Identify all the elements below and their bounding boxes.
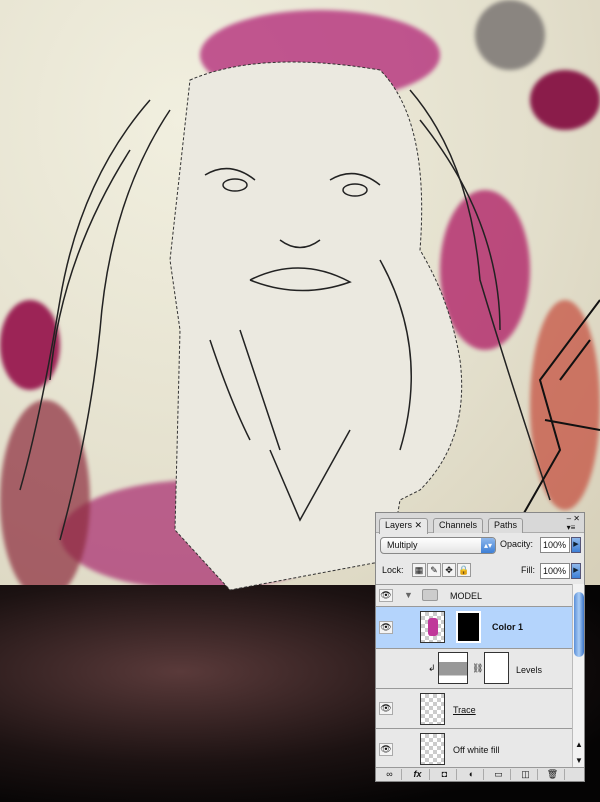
levels-thumbnail: [438, 652, 468, 684]
layer-name: Color 1: [492, 622, 524, 632]
adjustment-layer-icon[interactable]: ◐: [460, 769, 484, 780]
link-layers-icon[interactable]: ∞: [378, 769, 402, 780]
clipping-arrow-icon: ↲: [428, 663, 436, 673]
lock-label: Lock:: [382, 565, 404, 575]
panel-tabs: Layers ✕ Channels Paths – ✕ ▾≡: [376, 513, 584, 534]
layers-panel: Layers ✕ Channels Paths – ✕ ▾≡ Multiply ▴▾…: [375, 512, 585, 782]
layer-thumbnail: [420, 733, 445, 765]
new-group-icon[interactable]: ▭: [487, 769, 511, 780]
scroll-down-icon[interactable]: ▼: [575, 756, 583, 765]
layer-name: MODEL: [450, 591, 483, 601]
disclosure-triangle-icon[interactable]: ▼: [404, 590, 413, 600]
eye-icon[interactable]: 👁: [379, 743, 393, 756]
lock-move-icon[interactable]: ✥: [442, 563, 456, 577]
tab-layers[interactable]: Layers ✕: [379, 518, 429, 534]
trash-icon[interactable]: 🗑: [541, 769, 565, 780]
folder-icon: [422, 589, 438, 601]
close-icon[interactable]: ✕: [415, 520, 423, 530]
link-icon[interactable]: ⛓: [472, 663, 483, 674]
add-mask-icon[interactable]: ◘: [433, 769, 457, 780]
layer-row-trace[interactable]: 👁 Trace: [376, 689, 572, 729]
layer-row-off-white-fill[interactable]: 👁 Off white fill: [376, 729, 572, 770]
lock-all-icon[interactable]: 🔒: [457, 563, 471, 577]
fill-input[interactable]: 100%: [540, 563, 570, 579]
layer-name: Levels: [516, 665, 543, 675]
new-layer-icon[interactable]: ◫: [514, 769, 538, 780]
layer-row-color-1[interactable]: 👁 Color 1: [376, 607, 572, 649]
eye-icon[interactable]: 👁: [379, 702, 393, 715]
layer-mask-thumbnail[interactable]: [456, 611, 481, 643]
eye-icon[interactable]: 👁: [379, 621, 393, 634]
layer-row-levels[interactable]: ↲ ⛓ Levels: [376, 649, 572, 689]
layers-scrollbar[interactable]: ▲ ▼: [572, 584, 584, 769]
panel-footer: ∞ fx ◘ ◐ ▭ ◫ 🗑: [376, 767, 584, 781]
layer-mask-thumbnail[interactable]: [484, 652, 509, 684]
opacity-label: Opacity:: [500, 539, 534, 549]
scroll-up-icon[interactable]: ▲: [575, 740, 583, 749]
opacity-slider-button[interactable]: ▶: [571, 537, 581, 553]
fx-icon[interactable]: fx: [406, 769, 430, 780]
scrollbar-thumb[interactable]: [574, 592, 584, 657]
layer-row-model[interactable]: 👁 ▼ MODEL: [376, 585, 572, 607]
fill-slider-button[interactable]: ▶: [571, 563, 581, 579]
layers-list: 👁 ▼ MODEL 👁 Color 1 ↲ ⛓ Levels 👁 Trace 👁: [376, 584, 572, 769]
select-arrows-icon: ▴▾: [481, 538, 495, 553]
panel-menu-icon[interactable]: – ✕ ▾≡: [567, 514, 580, 532]
layer-thumbnail: [420, 611, 445, 643]
lock-transparency-icon[interactable]: ▦: [412, 563, 426, 577]
eye-icon[interactable]: 👁: [379, 589, 393, 602]
tab-paths[interactable]: Paths: [488, 518, 524, 533]
tab-channels[interactable]: Channels: [433, 518, 484, 533]
lock-brush-icon[interactable]: ✎: [427, 563, 441, 577]
layer-name: Trace: [453, 705, 476, 715]
fill-label: Fill:: [521, 565, 535, 575]
opacity-input[interactable]: 100%: [540, 537, 570, 553]
layer-thumbnail: [420, 693, 445, 725]
blend-mode-select[interactable]: Multiply ▴▾: [380, 537, 496, 554]
layer-name: Off white fill: [453, 745, 500, 755]
